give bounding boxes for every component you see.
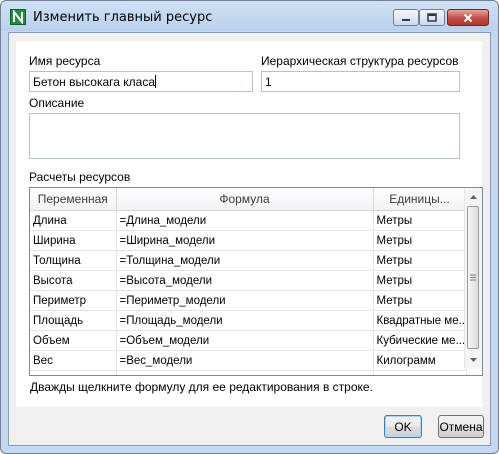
minimize-button[interactable] [393, 9, 419, 26]
maximize-icon [427, 13, 437, 22]
dialog-client-area: Имя ресурса Бетон высокага класа Иерархи… [8, 32, 491, 446]
formula-cell[interactable]: =1 [116, 370, 374, 375]
variable-cell[interactable]: Толщина [30, 250, 117, 271]
calculations-grid: Переменная Формула Единицы... Длина =Длин… [29, 187, 483, 376]
variable-cell[interactable]: Длина [30, 210, 117, 231]
variable-cell[interactable]: Ширина [30, 230, 117, 251]
close-icon [463, 13, 473, 22]
grip-icon [470, 274, 476, 281]
formula-cell[interactable]: =Периметр_модели [116, 290, 374, 311]
hierarchy-input[interactable]: 1 [261, 71, 460, 92]
units-cell[interactable]: Килограмм [373, 350, 467, 371]
formula-cell[interactable]: =Вес_модели [116, 350, 374, 371]
column-header-variable[interactable]: Переменная [30, 188, 117, 211]
table-row[interactable]: Периметр =Периметр_модели Метры [30, 290, 467, 311]
scrollbar-thumb[interactable] [467, 206, 479, 349]
ok-button[interactable]: OK [384, 415, 422, 438]
table-row[interactable]: Длина =Длина_модели Метры [30, 210, 467, 231]
cancel-button[interactable]: Отмена [438, 415, 484, 438]
variable-cell[interactable]: Объем [30, 330, 117, 351]
scroll-down-button[interactable] [466, 352, 481, 368]
resource-name-input[interactable]: Бетон высокага класа [29, 71, 253, 92]
edit-hint-text: Дважды щелкните формулу для ее редактиро… [30, 380, 373, 394]
grid-header-row: Переменная Формула Единицы... [30, 188, 467, 211]
units-cell[interactable]: Метры [373, 290, 467, 311]
formula-cell[interactable]: =Объем_модели [116, 330, 374, 351]
table-row[interactable]: Объем =Объем_модели Кубические ме... [30, 330, 467, 351]
table-row[interactable]: Количество=1Каждый [30, 370, 467, 375]
form-panel: Имя ресурса Бетон высокага класа Иерархи… [16, 41, 483, 407]
window-title: Изменить главный ресурс [33, 10, 213, 25]
units-cell[interactable]: Каждый [373, 370, 467, 375]
units-cell[interactable]: Метры [373, 270, 467, 291]
table-row[interactable]: Площадь =Площадь_модели Квадратные ме... [30, 310, 467, 331]
description-input[interactable] [29, 113, 460, 159]
units-cell[interactable]: Метры [373, 250, 467, 271]
table-row[interactable]: Высота =Высота_модели Метры [30, 270, 467, 291]
dialog-window: Изменить главный ресурс Имя ресурса Бето… [0, 0, 499, 454]
app-icon [10, 9, 26, 25]
formula-cell[interactable]: =Ширина_модели [116, 230, 374, 251]
variable-cell[interactable]: Площадь [30, 310, 117, 331]
units-cell[interactable]: Метры [373, 230, 467, 251]
close-button[interactable] [447, 9, 489, 26]
formula-cell[interactable]: =Площадь_модели [116, 310, 374, 331]
formula-cell[interactable]: =Высота_модели [116, 270, 374, 291]
formula-cell[interactable]: =Длина_модели [116, 210, 374, 231]
table-row[interactable]: Ширина =Ширина_модели Метры [30, 230, 467, 251]
scroll-down-icon [470, 358, 477, 362]
calculations-label: Расчеты ресурсов [29, 170, 131, 184]
units-cell[interactable]: Кубические ме... [373, 330, 467, 351]
resource-name-label: Имя ресурса [29, 54, 101, 68]
resource-name-value: Бетон высокага класа [33, 75, 155, 89]
calculations-table: Переменная Формула Единицы... Длина =Длин… [30, 188, 467, 375]
variable-cell[interactable]: Количество [30, 370, 117, 375]
column-header-formula[interactable]: Формула [116, 188, 374, 211]
vertical-scrollbar[interactable] [464, 188, 482, 369]
description-label: Описание [29, 96, 85, 110]
formula-cell[interactable]: =Толщина_модели [116, 250, 374, 271]
table-row[interactable]: Вес =Вес_модели Килограмм [30, 350, 467, 371]
column-header-units[interactable]: Единицы... [373, 188, 467, 211]
variable-cell[interactable]: Высота [30, 270, 117, 291]
table-row[interactable]: Толщина =Толщина_модели Метры [30, 250, 467, 271]
scroll-up-button[interactable] [466, 189, 481, 205]
units-cell[interactable]: Метры [373, 210, 467, 231]
variable-cell[interactable]: Периметр [30, 290, 117, 311]
minimize-icon [402, 18, 410, 21]
variable-cell[interactable]: Вес [30, 350, 117, 371]
title-bar[interactable]: Изменить главный ресурс [1, 1, 498, 33]
units-cell[interactable]: Квадратные ме... [373, 310, 467, 331]
maximize-button[interactable] [419, 9, 445, 26]
hierarchy-label: Иерархическая структура ресурсов [261, 54, 459, 68]
text-caret [155, 75, 156, 88]
scroll-up-icon [470, 195, 477, 199]
